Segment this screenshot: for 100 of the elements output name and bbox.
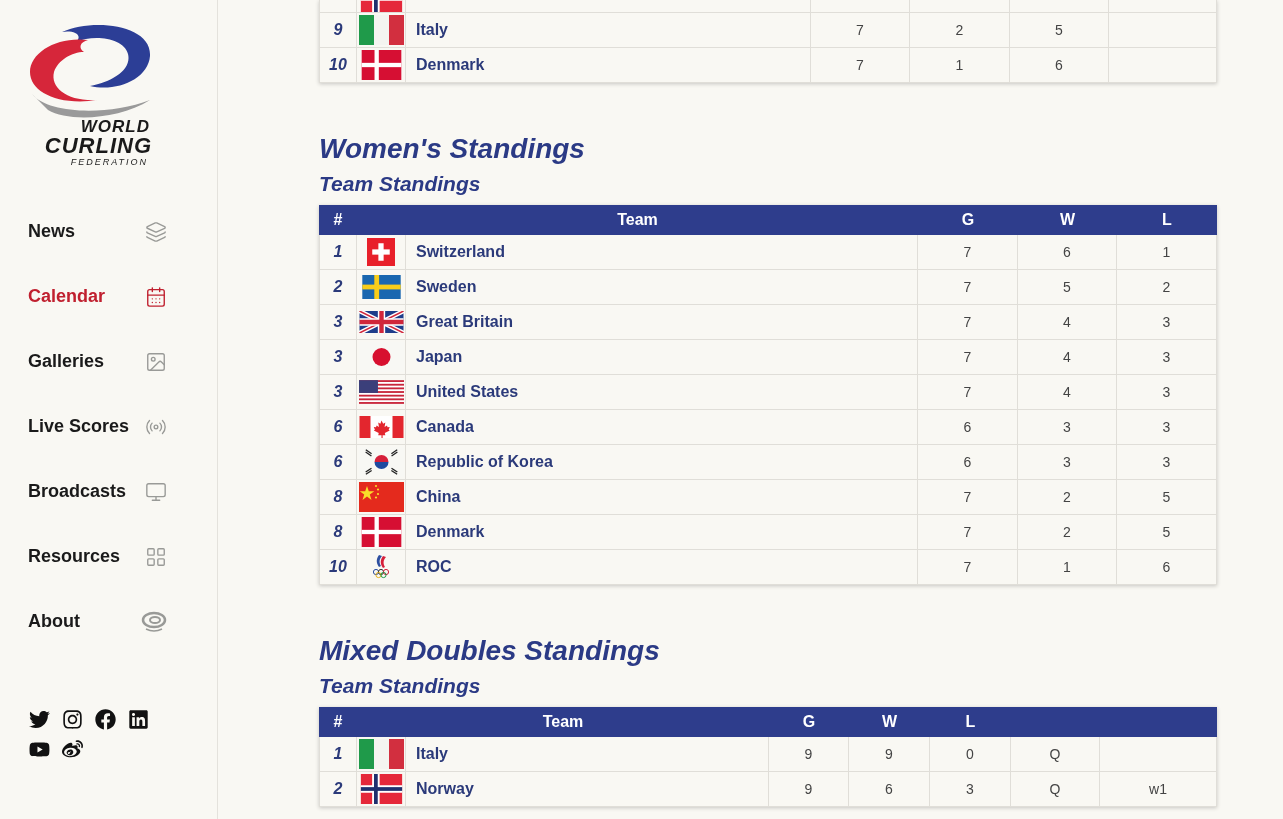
- linkedin-icon[interactable]: [127, 709, 149, 729]
- stat-cell: 4: [1018, 375, 1117, 410]
- team-cell: United States: [406, 375, 918, 410]
- stat-cell: 6: [849, 772, 930, 807]
- column-header: #: [332, 210, 344, 230]
- section-subtitle: Team Standings: [319, 171, 482, 197]
- rank-cell: 8: [319, 480, 357, 515]
- rank-cell: 6: [319, 445, 357, 480]
- team-cell: Canada: [406, 410, 918, 445]
- stat-cell: 5: [1117, 480, 1217, 515]
- team-cell: Norway: [406, 772, 769, 807]
- monitor-icon: [145, 480, 167, 503]
- stat-cell: 3: [1117, 445, 1217, 480]
- grid-icon: [145, 545, 167, 568]
- stat-cell: 3: [930, 772, 1011, 807]
- rank-cell: 9: [319, 13, 357, 48]
- stat-cell: 1: [910, 48, 1010, 83]
- stat-cell: 2: [1117, 270, 1217, 305]
- team-cell: Denmark: [406, 515, 918, 550]
- logo-text: FEDERATION: [70, 158, 149, 167]
- image-icon: [145, 350, 167, 373]
- column-header: L: [1161, 210, 1173, 230]
- stat-cell: 5: [1010, 13, 1109, 48]
- stat-cell: 4: [1018, 305, 1117, 340]
- stat-cell: 7: [918, 550, 1018, 585]
- flag-icon: [358, 482, 404, 512]
- facebook-icon[interactable]: [94, 709, 116, 729]
- team-cell: Great Britain: [406, 305, 918, 340]
- flag-icon: [358, 739, 404, 769]
- nav-item[interactable]: Calendar: [28, 264, 167, 329]
- nav-item[interactable]: Broadcasts: [28, 459, 167, 524]
- stat-cell: 1: [1018, 550, 1117, 585]
- flag-icon: [358, 380, 404, 404]
- rank-cell: 2: [319, 772, 357, 807]
- stat-cell: 3: [1117, 305, 1217, 340]
- stat-cell: 7: [918, 270, 1018, 305]
- rank-cell: 1: [319, 737, 357, 772]
- stat-cell: Q: [1011, 772, 1100, 807]
- stat-cell: 6: [918, 445, 1018, 480]
- stat-cell: 9: [769, 772, 849, 807]
- nav-item[interactable]: News: [28, 199, 167, 264]
- stat-cell: 7: [918, 515, 1018, 550]
- weibo-icon[interactable]: [61, 739, 83, 759]
- column-header: W: [1058, 210, 1077, 230]
- nav-item[interactable]: Live Scores: [28, 394, 167, 459]
- team-cell: ROC: [406, 550, 918, 585]
- rank-cell: 3: [319, 375, 357, 410]
- flag-icon: [358, 774, 404, 804]
- flag-icon: [358, 15, 404, 45]
- stat-cell: 5: [1117, 515, 1217, 550]
- stat-cell: Q: [1011, 737, 1100, 772]
- team-cell: Italy: [406, 13, 811, 48]
- stat-cell: 6: [1018, 235, 1117, 270]
- nav-item[interactable]: Galleries: [28, 329, 167, 394]
- column-header: G: [801, 712, 817, 732]
- stat-cell: 2: [1018, 480, 1117, 515]
- stat-cell: 3: [1117, 375, 1217, 410]
- stat-cell: 3: [1117, 410, 1217, 445]
- team-cell: Denmark: [406, 48, 811, 83]
- team-cell: Republic of Korea: [406, 445, 918, 480]
- stat-cell: 6: [918, 410, 1018, 445]
- team-cell: Switzerland: [406, 235, 918, 270]
- stat-cell: 3: [1018, 410, 1117, 445]
- stat-cell: 7: [811, 13, 910, 48]
- nav-item[interactable]: About: [28, 589, 167, 654]
- rank-cell: 1: [319, 235, 357, 270]
- rank-cell: 10: [319, 550, 357, 585]
- stat-cell: 0: [930, 737, 1011, 772]
- section-title: Mixed Doubles Standings: [319, 634, 661, 668]
- stat-cell: w1: [1100, 772, 1217, 807]
- rank-cell: 6: [319, 410, 357, 445]
- column-header: #: [332, 712, 344, 732]
- rank-cell: 2: [319, 270, 357, 305]
- flag-icon: [358, 416, 404, 438]
- stat-cell: 3: [1018, 445, 1117, 480]
- stat-cell: 9: [769, 737, 849, 772]
- nav-item[interactable]: Resources: [28, 524, 167, 589]
- instagram-icon[interactable]: [61, 709, 83, 729]
- stat-cell: 7: [918, 235, 1018, 270]
- team-cell: Sweden: [406, 270, 918, 305]
- layers-icon: [145, 220, 167, 243]
- rank-cell: 3: [319, 305, 357, 340]
- flag-icon: [367, 238, 395, 266]
- section-title: Women's Standings: [319, 132, 586, 166]
- stat-cell: 2: [1018, 515, 1117, 550]
- logo-text: WORLD: [80, 118, 151, 135]
- stat-cell: 1: [1117, 235, 1217, 270]
- team-cell: Japan: [406, 340, 918, 375]
- twitter-icon[interactable]: [28, 709, 50, 729]
- team-cell: Italy: [406, 737, 769, 772]
- column-header: L: [964, 712, 977, 732]
- logo-text: CURLING: [44, 135, 152, 157]
- stat-cell: 7: [918, 375, 1018, 410]
- column-header: Team: [616, 210, 659, 230]
- stat-cell: 7: [918, 480, 1018, 515]
- stat-cell: 7: [918, 305, 1018, 340]
- stat-cell: 2: [910, 13, 1010, 48]
- flag-icon: [370, 553, 392, 581]
- stat-cell: 4: [1018, 340, 1117, 375]
- column-header: G: [960, 210, 976, 230]
